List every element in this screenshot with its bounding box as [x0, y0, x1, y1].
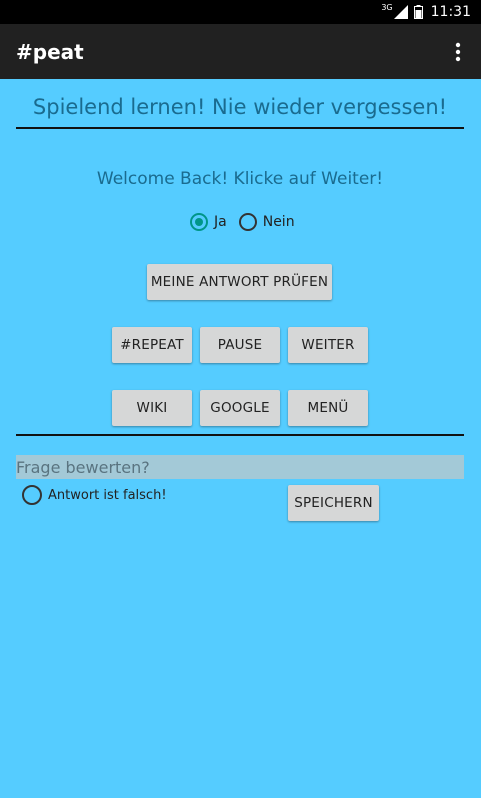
signal-icon: [393, 5, 408, 19]
status-bar: 3G 11:31: [0, 0, 481, 24]
next-button[interactable]: WEITER: [288, 327, 368, 363]
wrong-answer-label: Antwort ist falsch!: [48, 487, 167, 503]
divider-bottom: [16, 434, 464, 436]
check-answer-button[interactable]: MEINE ANTWORT PRÜFEN: [147, 264, 332, 300]
network-type: 3G: [381, 3, 393, 12]
radio-no-label: Nein: [262, 214, 295, 230]
save-button[interactable]: SPEICHERN: [288, 485, 379, 521]
app-bar: #peat: [0, 24, 481, 79]
menu-button[interactable]: MENÜ: [288, 390, 368, 426]
wiki-button[interactable]: WIKI: [112, 390, 192, 426]
radio-yes-indicator[interactable]: [190, 213, 208, 231]
repeat-button[interactable]: #REPEAT: [112, 327, 192, 363]
radio-no-indicator[interactable]: [238, 213, 257, 231]
radio-yes[interactable]: Ja: [190, 213, 227, 231]
google-button[interactable]: GOOGLE: [200, 390, 280, 426]
radio-no[interactable]: Nein: [238, 213, 295, 231]
rating-title: Frage bewerten?: [16, 455, 464, 479]
welcome-message: Welcome Back! Klicke auf Weiter!: [96, 169, 384, 189]
answer-radio-group: Ja Nein: [190, 213, 303, 231]
wrong-answer-radio[interactable]: Antwort ist falsch!: [22, 485, 167, 505]
page-title: Spielend lernen! Nie wieder vergessen!: [32, 95, 448, 119]
clock: 11:31: [430, 4, 471, 20]
divider-top: [16, 127, 464, 129]
radio-yes-label: Ja: [214, 214, 227, 230]
battery-icon: [413, 5, 423, 19]
more-vert-icon[interactable]: [443, 32, 473, 72]
pause-button[interactable]: PAUSE: [200, 327, 280, 363]
wrong-answer-indicator[interactable]: [22, 485, 42, 505]
app-title: #peat: [16, 39, 84, 64]
